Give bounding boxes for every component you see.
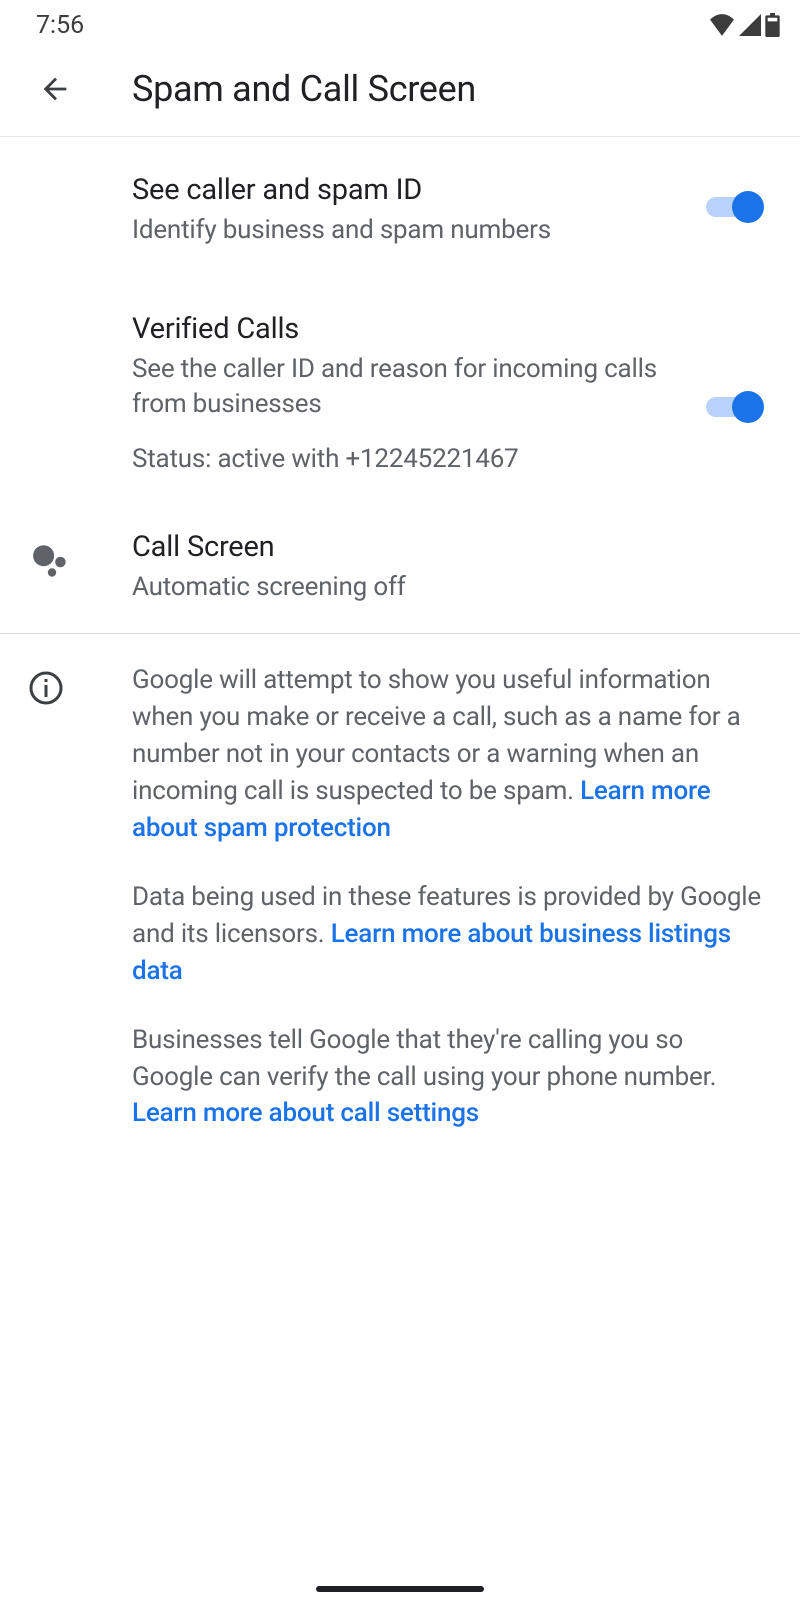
toggle-caller-spam-id[interactable]: [706, 191, 764, 223]
assistant-icon: [28, 538, 76, 586]
setting-title: See caller and spam ID: [132, 173, 710, 207]
info-section: Google will attempt to show you useful i…: [0, 634, 800, 1160]
page-title: Spam and Call Screen: [132, 68, 476, 110]
settings-list: See caller and spam ID Identify business…: [0, 137, 800, 1160]
status-icons: [709, 13, 780, 37]
back-button[interactable]: [36, 70, 74, 108]
setting-subtitle: Automatic screening off: [132, 570, 764, 605]
battery-icon: [765, 13, 780, 37]
toggle-thumb: [732, 191, 764, 223]
info-text: Businesses tell Google that they're call…: [132, 1025, 716, 1092]
cellular-icon: [739, 14, 761, 36]
setting-title: Verified Calls: [132, 312, 710, 346]
wifi-icon: [709, 14, 735, 36]
info-paragraph-2: Data being used in these features is pro…: [132, 879, 764, 990]
status-bar: 7:56: [0, 0, 800, 46]
setting-title: Call Screen: [132, 530, 764, 564]
setting-subtitle: See the caller ID and reason for incomin…: [132, 352, 710, 422]
learn-more-settings-link[interactable]: Learn more about call settings: [132, 1098, 479, 1128]
status-time: 7:56: [36, 11, 84, 40]
setting-verified-calls[interactable]: Verified Calls See the caller ID and rea…: [0, 276, 800, 502]
setting-status: Status: active with +12245221467: [132, 444, 710, 474]
nav-home-indicator[interactable]: [316, 1586, 484, 1592]
info-icon: [28, 670, 68, 710]
setting-subtitle: Identify business and spam numbers: [132, 213, 710, 248]
info-paragraph-1: Google will attempt to show you useful i…: [132, 662, 764, 847]
header: Spam and Call Screen: [0, 46, 800, 137]
arrow-left-icon: [38, 72, 72, 106]
info-paragraph-3: Businesses tell Google that they're call…: [132, 1022, 764, 1133]
setting-call-screen[interactable]: Call Screen Automatic screening off: [0, 502, 800, 633]
setting-caller-spam-id[interactable]: See caller and spam ID Identify business…: [0, 137, 800, 276]
toggle-verified-calls[interactable]: [706, 391, 764, 423]
toggle-thumb: [732, 391, 764, 423]
